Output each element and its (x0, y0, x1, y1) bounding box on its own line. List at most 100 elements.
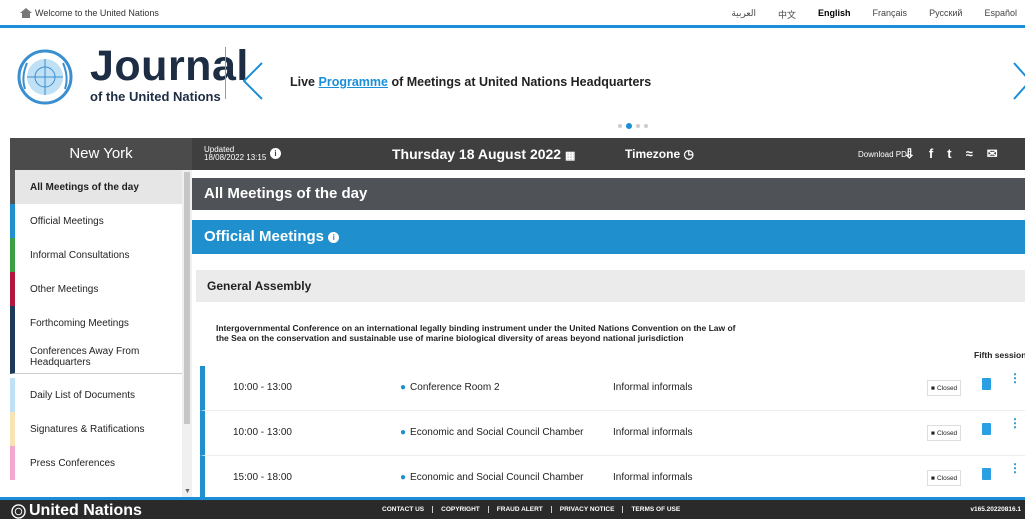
carousel-dot[interactable] (618, 124, 622, 128)
lang-russian[interactable]: Русский (929, 8, 962, 21)
carousel-dot[interactable] (644, 124, 648, 128)
document-icon[interactable] (982, 423, 991, 435)
status-text: Closed (936, 429, 958, 437)
lang-chinese[interactable]: 中文 (778, 8, 796, 21)
welcome-link[interactable]: Welcome to the United Nations (20, 8, 159, 18)
footer-links: CONTACT US COPYRIGHT FRAUD ALERT PRIVACY… (382, 506, 688, 513)
footer: United Nations CONTACT US COPYRIGHT FRAU… (0, 497, 1025, 519)
live-suffix: of Meetings at United Nations Headquarte… (387, 75, 652, 89)
lang-arabic[interactable]: العربية (731, 8, 756, 21)
footer-link-privacy[interactable]: PRIVACY NOTICE (550, 506, 623, 513)
more-options-icon[interactable]: ⋮ (1009, 416, 1021, 430)
scroll-down-icon[interactable]: ▼ (184, 488, 191, 495)
document-icon[interactable] (982, 468, 991, 480)
sidebar-item-conferences-away[interactable]: Conferences Away From Headquarters (10, 340, 182, 374)
sidebar-item-label: Other Meetings (30, 283, 99, 295)
document-icon[interactable] (982, 378, 991, 390)
room-name: Economic and Social Council Chamber (410, 427, 584, 438)
lang-spanish[interactable]: Español (984, 8, 1017, 21)
more-options-icon[interactable]: ⋮ (1009, 371, 1021, 385)
room-name: Economic and Social Council Chamber (410, 472, 584, 483)
carousel-next-icon[interactable] (1012, 61, 1025, 101)
sidebar-item-label: Official Meetings (30, 215, 104, 227)
sidebar-item-other-meetings[interactable]: Other Meetings (10, 272, 182, 306)
footer-brand[interactable]: United Nations (11, 502, 142, 520)
rss-icon[interactable]: ≈ (966, 146, 973, 162)
footer-link-terms[interactable]: TERMS OF USE (622, 506, 688, 513)
facebook-icon[interactable]: f (929, 146, 933, 162)
timezone-toggle[interactable]: Timezone ◷ (625, 147, 694, 161)
email-icon[interactable]: ✉ (987, 146, 998, 162)
sidebar-item-press-conferences[interactable]: Press Conferences (10, 446, 182, 480)
un-emblem-logo[interactable] (17, 49, 73, 105)
share-icons: ⇩ f t ≈ ✉ (904, 146, 998, 162)
meeting-row[interactable]: 10:00 - 13:00 ● Conference Room 2 Informa… (200, 366, 1025, 411)
sidebar-item-label: All Meetings of the day (30, 181, 139, 193)
lang-french[interactable]: Français (873, 8, 908, 21)
carousel-dots (618, 123, 648, 129)
status-badge: ■ Closed (927, 470, 962, 486)
lock-icon: ■ (931, 474, 935, 482)
live-prefix: Live (290, 75, 319, 89)
sidebar-item-official-meetings[interactable]: Official Meetings (10, 204, 182, 238)
carousel-slide-text: Live Programme of Meetings at United Nat… (290, 75, 651, 89)
carousel-prev-icon[interactable] (240, 61, 266, 101)
carousel-dot-active[interactable] (626, 123, 632, 129)
sidebar-item-label: Informal Consultations (30, 249, 130, 261)
sidebar-item-informal-consultations[interactable]: Informal Consultations (10, 238, 182, 272)
status-text: Closed (936, 384, 958, 392)
language-switcher: العربية 中文 English Français Русский Espa… (709, 8, 1017, 21)
brand-divider (225, 47, 226, 99)
programme-link[interactable]: Programme (319, 75, 388, 89)
meeting-row[interactable]: 10:00 - 13:00 ● Economic and Social Counc… (200, 411, 1025, 456)
lock-icon: ■ (931, 384, 935, 392)
twitter-icon[interactable]: t (947, 146, 951, 162)
meeting-type: Informal informals (613, 472, 693, 483)
status-badge: ■ Closed (927, 425, 962, 441)
download-icon[interactable]: ⇩ (904, 146, 915, 162)
location-pin-icon: ● (400, 427, 407, 438)
current-date: Thursday 18 August 2022 (392, 146, 562, 162)
conference-title: Intergovernmental Conference on an inter… (216, 323, 736, 343)
welcome-text: Welcome to the United Nations (35, 8, 159, 18)
home-icon (20, 8, 32, 18)
status-badge: ■ Closed (927, 380, 962, 396)
updated-time: 18/08/2022 13:15 (204, 153, 267, 162)
meeting-room[interactable]: ● Conference Room 2 (400, 382, 500, 393)
calendar-icon: ▦ (564, 150, 576, 162)
date-toolbar: Updated 18/08/2022 13:15 i Thursday 18 A… (192, 138, 1025, 170)
official-meetings-title: Official Meetings (204, 228, 325, 245)
meeting-row[interactable]: 15:00 - 18:00 ● Economic and Social Counc… (200, 456, 1025, 497)
status-text: Closed (936, 474, 958, 482)
date-picker[interactable]: Thursday 18 August 2022 ▦ (392, 146, 575, 162)
sidebar-item-forthcoming-meetings[interactable]: Forthcoming Meetings (10, 306, 182, 340)
top-bar: Welcome to the United Nations العربية 中文… (0, 0, 1025, 28)
meeting-room[interactable]: ● Economic and Social Council Chamber (400, 472, 583, 483)
sidebar-item-label: Daily List of Documents (30, 389, 136, 401)
lang-english[interactable]: English (818, 8, 851, 21)
footer-link-copyright[interactable]: COPYRIGHT (432, 506, 488, 513)
sidebar-item-all-meetings[interactable]: All Meetings of the day (10, 170, 182, 204)
room-name: Conference Room 2 (410, 382, 500, 393)
updated-stamp: Updated 18/08/2022 13:15 (204, 146, 266, 162)
info-icon[interactable]: i (270, 148, 281, 159)
sidebar-item-signatures[interactable]: Signatures & Ratifications (10, 412, 182, 446)
info-icon[interactable]: i (328, 232, 340, 243)
sidebar-item-daily-list[interactable]: Daily List of Documents (10, 378, 182, 412)
sidebar-nav: All Meetings of the day Official Meeting… (10, 170, 182, 497)
more-options-icon[interactable]: ⋮ (1009, 461, 1021, 475)
sidebar-item-label: Press Conferences (30, 457, 116, 469)
scrollbar-thumb[interactable] (184, 172, 190, 424)
footer-link-contact[interactable]: CONTACT US (382, 506, 432, 513)
version-label: v165.20220816.1 (970, 506, 1021, 513)
footer-link-fraud[interactable]: FRAUD ALERT (487, 506, 551, 513)
lock-icon: ■ (931, 429, 935, 437)
meeting-room[interactable]: ● Economic and Social Council Chamber (400, 427, 583, 438)
location-pin-icon: ● (400, 472, 407, 483)
sidebar-scrollbar[interactable]: ▼ (182, 170, 192, 497)
meeting-type: Informal informals (613, 427, 693, 438)
carousel-dot[interactable] (636, 124, 640, 128)
footer-brand-text: United Nations (29, 502, 142, 519)
meeting-time: 15:00 - 18:00 (233, 472, 292, 483)
journal-banner: Journal of the United Nations Live Progr… (0, 31, 1025, 137)
